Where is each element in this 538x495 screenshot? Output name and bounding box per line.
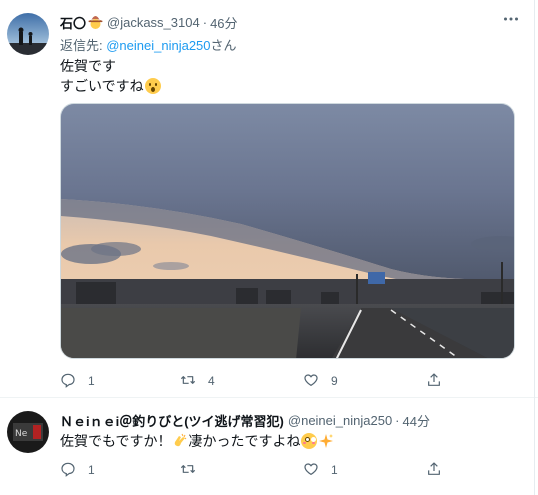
separator-dot: · [202,15,208,30]
handle[interactable]: @neinei_ninja250 [288,413,392,428]
tweet-text: 佐賀です すごいですね [60,56,161,96]
timestamp[interactable]: 44分 [403,411,430,430]
tweet-text-part: 凄かったですよね [188,433,301,449]
share-icon [426,372,442,391]
reply-suffix: さん [210,38,237,53]
tweet-photo[interactable] [60,103,515,359]
like-button[interactable]: 1 [303,460,338,480]
reply-mention-link[interactable]: @neinei_ninja250 [106,38,210,53]
tweet-actions: 1 1 [60,460,460,480]
like-button[interactable]: 9 [303,371,338,391]
reply-count: 1 [88,463,95,477]
clapping-hands-emoji [172,433,188,449]
tweet[interactable]: Ne Ｎｅiｎｅi＠釣りびと(ツイ逃げ常習犯) @neinei_ninja250… [0,398,538,495]
reply-context: 返信先: @neinei_ninja250さん [60,35,237,54]
avatar[interactable]: Ne [7,411,49,453]
display-name[interactable]: Ｎｅiｎｅi＠釣りびと(ツイ逃げ常習犯) [60,411,284,430]
surprised-face-emoji [144,78,161,94]
tweet-text-part: 佐賀でもですか！ [60,433,172,449]
sparkles-emoji [318,433,334,449]
like-count: 9 [331,374,338,388]
tweet[interactable]: 石〇 @jackass_3104 · 46分 返信先: @neinei_ninj… [0,0,538,398]
retweet-count: 4 [208,374,215,388]
reply-icon [60,372,76,391]
tweet-header: Ｎｅiｎｅi＠釣りびと(ツイ逃げ常習犯) @neinei_ninja250 · … [60,411,430,430]
reply-button[interactable]: 1 [60,371,95,391]
timestamp[interactable]: 46分 [210,13,237,32]
tweet-text: 佐賀でもですか！ 凄かったですよね [60,431,334,451]
reply-prefix: 返信先: [60,38,107,53]
reply-icon [60,461,76,480]
tweet-actions: 1 4 9 [60,371,460,391]
panel-border [534,0,535,495]
heart-icon [303,372,319,391]
avatar[interactable] [7,13,49,55]
retweet-icon [180,461,196,480]
cowboy-face-emoji [88,15,103,30]
separator-dot: · [395,413,400,428]
retweet-button[interactable]: 4 [180,371,215,391]
handle[interactable]: @jackass_3104 [107,15,200,30]
tweet-header: 石〇 @jackass_3104 · 46分 [60,13,238,32]
flushed-face-emoji [301,433,318,449]
share-icon [426,461,442,480]
svg-text:Ne: Ne [15,429,28,439]
reply-count: 1 [88,374,95,388]
retweet-button[interactable] [180,460,208,480]
tweet-text-line: すごいですね [60,76,161,96]
share-button[interactable] [426,460,442,480]
tweet-text-line: 佐賀です [60,58,116,74]
heart-icon [303,461,319,480]
share-button[interactable] [426,371,442,391]
display-name[interactable]: 石〇 [60,13,103,32]
like-count: 1 [331,463,338,477]
retweet-icon [180,372,196,391]
reply-button[interactable]: 1 [60,460,95,480]
more-icon[interactable] [502,10,520,33]
